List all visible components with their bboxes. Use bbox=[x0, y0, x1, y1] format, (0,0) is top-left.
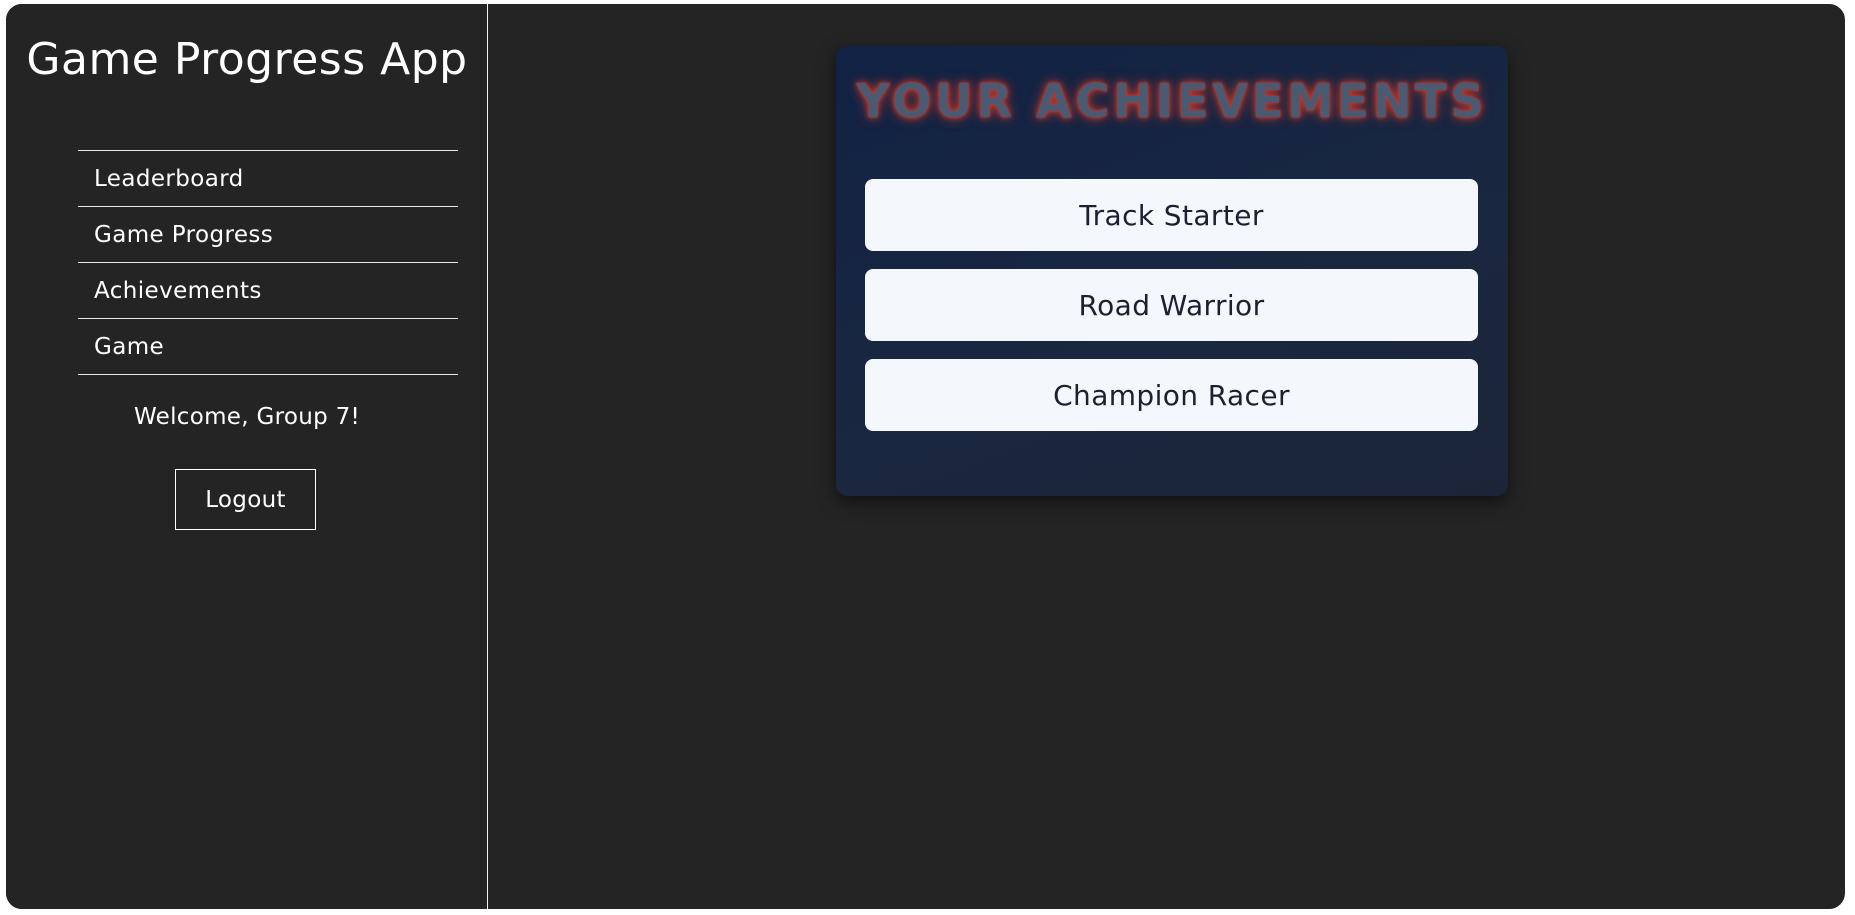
sidebar-item-label: Game bbox=[94, 333, 165, 360]
achievement-label: Track Starter bbox=[1079, 198, 1264, 232]
logout-button[interactable]: Logout bbox=[175, 469, 316, 530]
achievements-title: YOUR ACHIEVEMENTS bbox=[856, 74, 1488, 128]
sidebar-item-game-progress[interactable]: Game Progress bbox=[78, 207, 458, 263]
achievement-item[interactable]: Road Warrior bbox=[865, 269, 1478, 341]
sidebar-item-leaderboard[interactable]: Leaderboard bbox=[78, 151, 458, 207]
achievement-item[interactable]: Champion Racer bbox=[865, 359, 1478, 431]
sidebar-item-label: Achievements bbox=[94, 277, 262, 304]
welcome-message: Welcome, Group 7! bbox=[133, 404, 361, 430]
sidebar-item-label: Game Progress bbox=[94, 221, 274, 248]
achievement-item[interactable]: Track Starter bbox=[865, 179, 1478, 251]
sidebar-item-label: Leaderboard bbox=[94, 165, 244, 192]
achievements-card: YOUR ACHIEVEMENTS Track Starter Road War… bbox=[836, 46, 1508, 496]
sidebar-nav: Leaderboard Game Progress Achievements G… bbox=[78, 150, 458, 375]
achievement-label: Champion Racer bbox=[1053, 378, 1290, 412]
sidebar-item-game[interactable]: Game bbox=[78, 319, 458, 375]
achievements-list: Track Starter Road Warrior Champion Race… bbox=[865, 179, 1478, 449]
achievement-label: Road Warrior bbox=[1078, 288, 1265, 322]
app-title: Game Progress App bbox=[26, 34, 468, 85]
sidebar: Game Progress App Leaderboard Game Progr… bbox=[6, 4, 488, 909]
sidebar-item-achievements[interactable]: Achievements bbox=[78, 263, 458, 319]
app-window: Game Progress App Leaderboard Game Progr… bbox=[4, 2, 1847, 911]
